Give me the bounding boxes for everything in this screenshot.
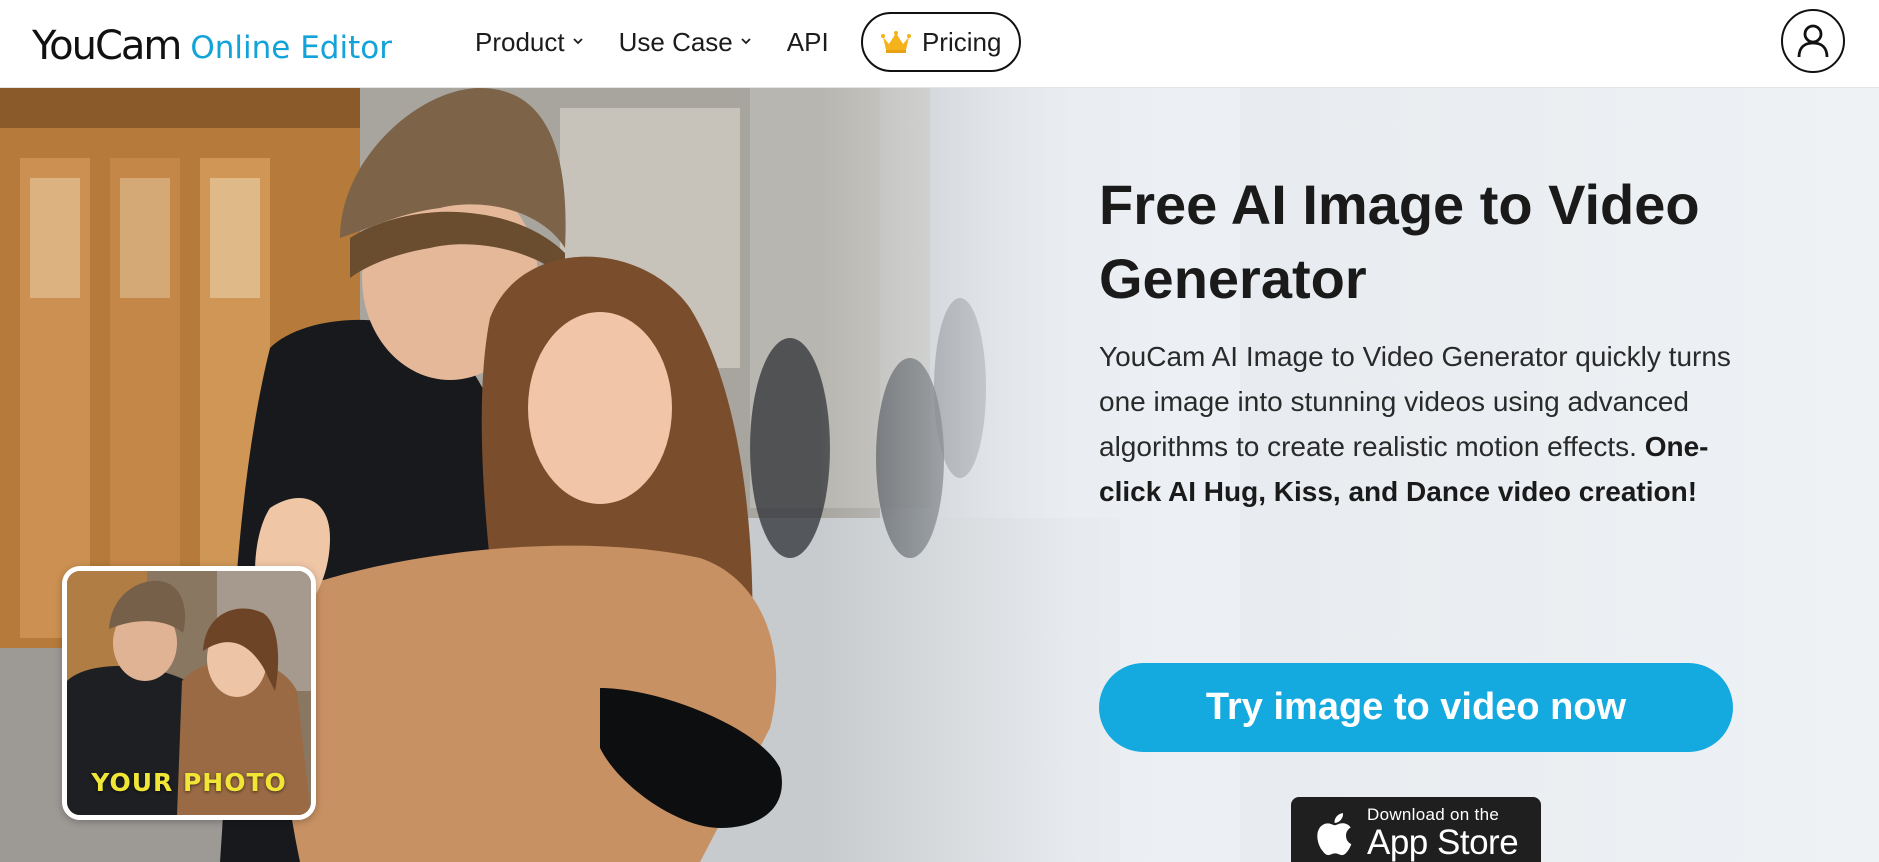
page-title: Free AI Image to Video Generator [1099,173,1700,310]
app-store-badge[interactable]: Download on the App Store [1291,797,1541,862]
hero-content: Free AI Image to Video Generator YouCam … [1099,168,1779,862]
app-store-small-label: Download on the [1367,805,1500,824]
app-store-text: Download on the App Store [1367,805,1519,862]
app-store-big-label: App Store [1367,823,1519,862]
description-text: YouCam AI Image to Video Generator quick… [1099,341,1731,462]
nav-api-label: API [786,26,829,57]
main-nav: Product Use Case API Pricing [475,0,1021,84]
nav-use-case[interactable]: Use Case [619,27,751,58]
crown-icon [880,31,911,53]
youcam-logo[interactable]: YouCam Online Editor [32,16,392,66]
try-image-to-video-button[interactable]: Try image to video now [1099,663,1733,752]
user-icon [1797,24,1829,58]
pricing-button[interactable]: Pricing [860,12,1021,72]
apple-icon [1317,813,1352,856]
chevron-down-icon [741,37,751,44]
hero-description: YouCam AI Image to Video Generator quick… [1099,334,1759,514]
logo-sub-text: Online Editor [190,30,392,66]
hero-section: YOUR PHOTO Free AI Image to Video Genera… [0,88,1879,862]
nav-product-label: Product [475,26,565,57]
nav-api[interactable]: API [787,27,829,58]
chevron-down-icon [572,37,583,44]
your-photo-thumbnail: YOUR PHOTO [62,566,316,820]
pricing-label: Pricing [921,26,1002,57]
logo-main-text: YouCam [32,23,182,69]
site-header: YouCam Online Editor Product Use Case AP… [0,0,1879,88]
nav-product[interactable]: Product [475,27,583,58]
your-photo-label: YOUR PHOTO [91,768,287,797]
nav-use-case-label: Use Case [618,26,733,57]
account-button[interactable] [1781,9,1845,73]
